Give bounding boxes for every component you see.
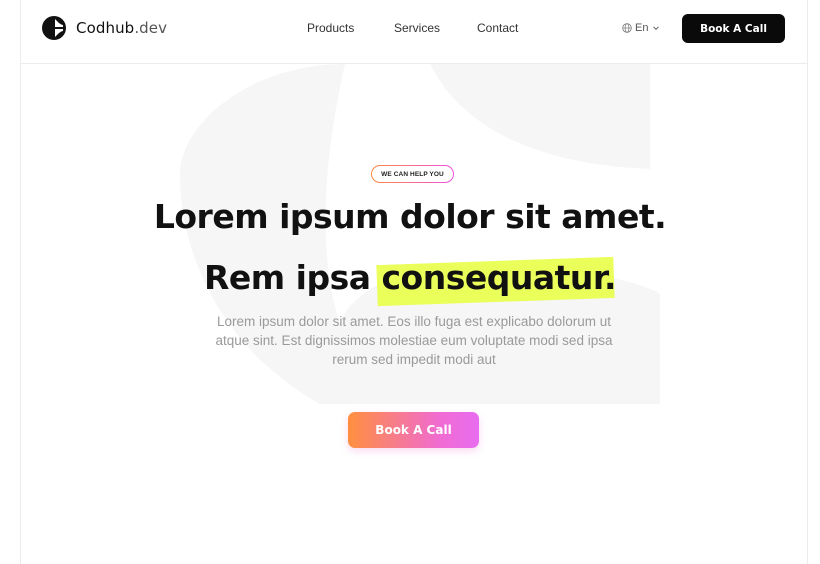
nav-item-services[interactable]: Services [394, 21, 440, 35]
header-divider [20, 63, 808, 64]
hero-badge-label: WE CAN HELP YOU [372, 166, 453, 182]
hero-headline-highlight: consequatur. [381, 258, 616, 297]
language-label: En [635, 22, 649, 34]
codhub-logo-icon [42, 16, 66, 40]
header-book-call-button[interactable]: Book A Call [682, 14, 785, 43]
brand-name-suffix: .dev [134, 19, 168, 37]
brand-name-main: Codhub [76, 19, 135, 37]
globe-icon [622, 23, 632, 33]
chevron-down-icon [653, 26, 660, 31]
hero-headline-line1: Lorem ipsum dolor sit amet. [153, 197, 667, 236]
hero-badge: WE CAN HELP YOU [371, 165, 454, 183]
hero-headline-line2: Rem ipsa consequatur. [0, 258, 820, 297]
hero-subtext: Lorem ipsum dolor sit amet. Eos illo fug… [215, 314, 613, 367]
hero-book-call-button[interactable]: Book A Call [348, 412, 479, 448]
brand-name: Codhub.dev [76, 19, 167, 37]
hero-headline-prefix: Rem ipsa [203, 258, 382, 297]
brand-logo[interactable]: Codhub.dev [42, 16, 167, 40]
language-selector[interactable]: En [622, 22, 661, 34]
nav-item-contact[interactable]: Contact [477, 21, 518, 35]
site-header: Codhub.dev Products Services Contact En … [0, 0, 820, 64]
nav-item-products[interactable]: Products [307, 21, 354, 35]
